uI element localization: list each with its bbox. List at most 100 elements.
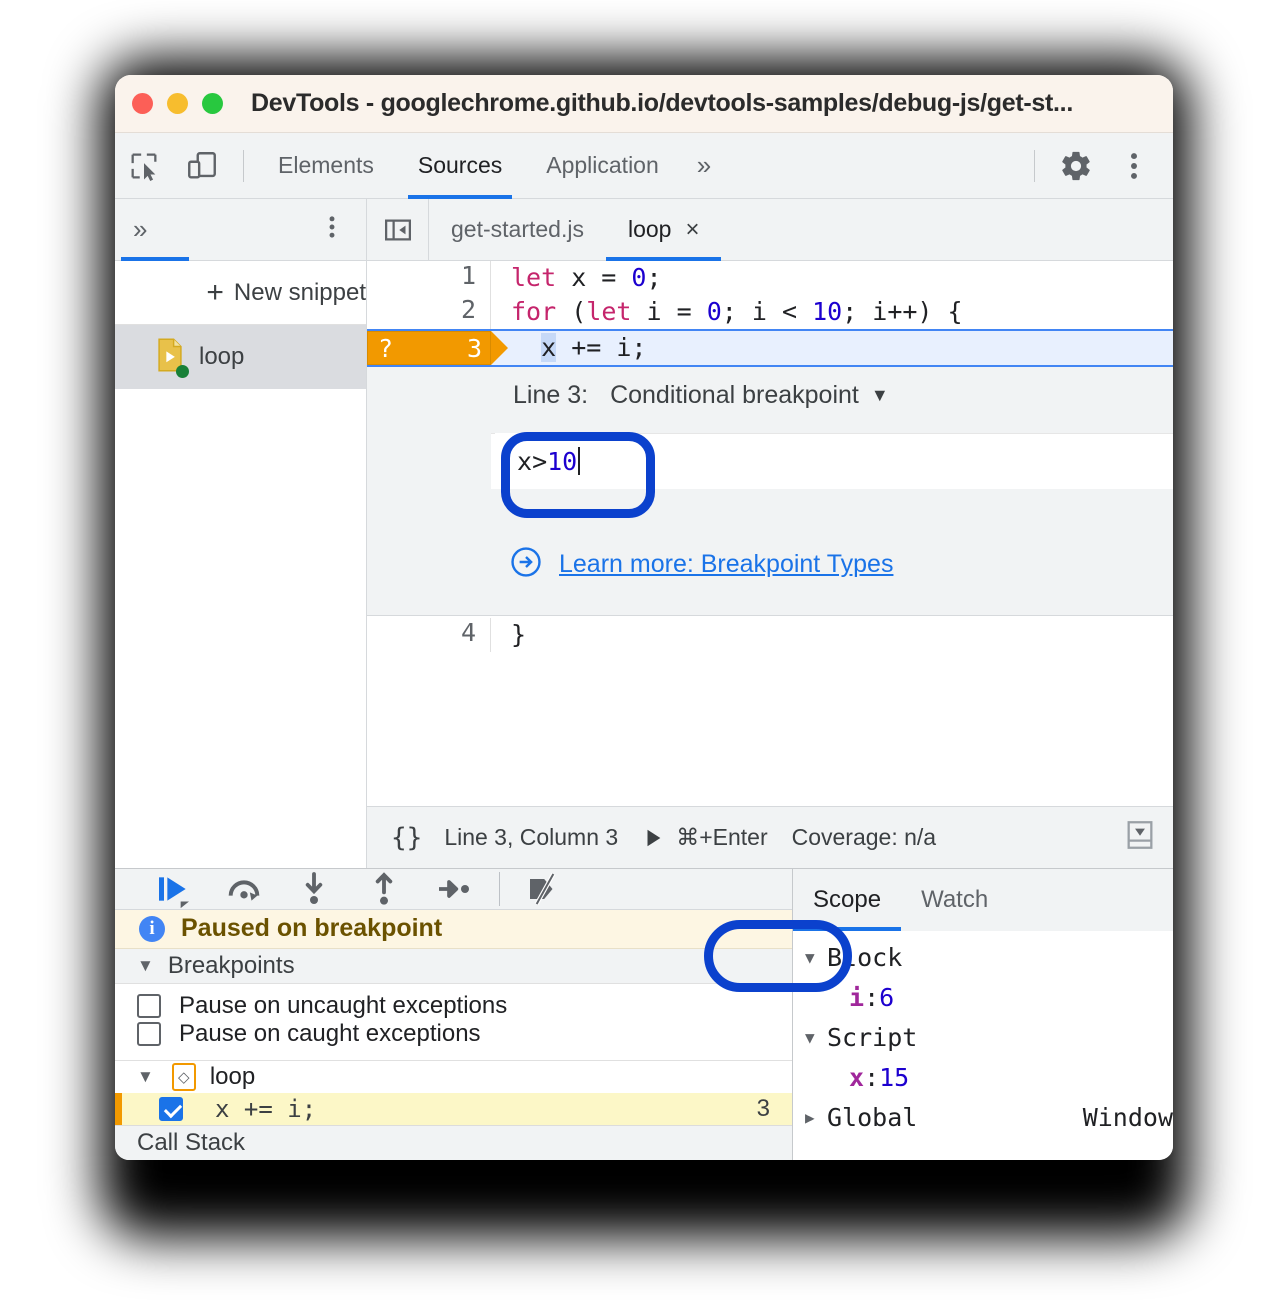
paused-banner-text: Paused on breakpoint bbox=[181, 914, 442, 943]
zoom-window-button[interactable] bbox=[202, 93, 223, 114]
line-number: 3 bbox=[467, 334, 482, 363]
editor-tab-loop[interactable]: loop × bbox=[606, 199, 722, 260]
new-snippet-button[interactable]: + New snippet bbox=[115, 261, 366, 325]
code-line-text: let x = 0; bbox=[491, 261, 1173, 295]
breakpoints-section-header[interactable]: ▼ Breakpoints bbox=[115, 949, 792, 984]
chevron-down-icon: ▼ bbox=[871, 385, 889, 406]
scope-group-value: Window bbox=[1083, 1103, 1173, 1132]
line-number[interactable]: 1 bbox=[367, 261, 491, 295]
step-icon[interactable] bbox=[419, 869, 489, 909]
arrow-circle-right-icon bbox=[509, 545, 543, 584]
token-number: 0 bbox=[631, 263, 646, 292]
navigator-header: » bbox=[115, 199, 366, 261]
close-tab-icon[interactable]: × bbox=[685, 216, 699, 244]
step-into-next-function-call-icon[interactable] bbox=[279, 869, 349, 909]
deactivate-breakpoints-icon[interactable] bbox=[510, 869, 580, 909]
scope-group-global[interactable]: ▶ Global Window bbox=[793, 1097, 1173, 1137]
minimize-window-button[interactable] bbox=[167, 93, 188, 114]
property-value: 15 bbox=[879, 1063, 909, 1092]
breakpoint-group-loop[interactable]: ▼ ◇ loop bbox=[115, 1060, 792, 1092]
property-separator: : bbox=[864, 983, 879, 1012]
toolbar-right-group bbox=[1022, 149, 1173, 183]
code-line-text: for (let i = 0; i < 10; i++) { bbox=[491, 295, 1173, 329]
tab-watch[interactable]: Watch bbox=[901, 869, 1008, 931]
tab-sources[interactable]: Sources bbox=[396, 133, 524, 199]
token-number: 0 bbox=[707, 297, 722, 326]
line-number-breakpoint[interactable]: ? 3 bbox=[367, 331, 491, 365]
condition-input-background bbox=[491, 433, 1173, 489]
code-line: 1 let x = 0; bbox=[367, 261, 1173, 295]
tab-elements[interactable]: Elements bbox=[256, 133, 396, 199]
call-stack-section-header[interactable]: Call Stack bbox=[115, 1125, 792, 1160]
conditional-breakpoint-marker[interactable]: ? 3 bbox=[367, 331, 491, 365]
condition-number: 10 bbox=[547, 447, 577, 476]
editor-status-bar: {} Line 3, Column 3 ⌘+Enter Coverage: n/… bbox=[367, 806, 1173, 868]
token-number: 10 bbox=[812, 297, 842, 326]
property-separator: : bbox=[864, 1063, 879, 1092]
more-tabs-icon[interactable]: » bbox=[681, 150, 727, 181]
sidebar-item-loop[interactable]: loop bbox=[115, 325, 366, 389]
debugger-left-pane: i Paused on breakpoint ▼ Breakpoints Pau… bbox=[115, 869, 793, 1160]
condition-input[interactable]: x > 10 bbox=[495, 433, 580, 489]
call-stack-title: Call Stack bbox=[137, 1129, 245, 1157]
token-text: i = bbox=[631, 297, 706, 326]
checkbox-icon[interactable] bbox=[159, 1097, 183, 1121]
close-window-button[interactable] bbox=[132, 93, 153, 114]
line-number[interactable]: 2 bbox=[367, 295, 491, 329]
learn-more-row: Learn more: Breakpoint Types bbox=[367, 533, 1173, 595]
scope-watch-tab-strip: Scope Watch bbox=[793, 869, 1173, 931]
code-editor[interactable]: 1 let x = 0; 2 for (let i = 0; i < 10; i… bbox=[367, 261, 1173, 806]
navigator-more-options-icon[interactable] bbox=[298, 213, 366, 246]
line-number[interactable]: 4 bbox=[367, 618, 491, 652]
breakpoint-editor-header: Line 3: Conditional breakpoint ▼ bbox=[367, 367, 1173, 423]
checkbox-icon[interactable] bbox=[137, 1022, 161, 1046]
pause-on-uncaught-exceptions-row[interactable]: Pause on uncaught exceptions bbox=[115, 992, 792, 1020]
token-text: ( bbox=[556, 297, 586, 326]
breakpoint-list-item[interactable]: x += i; 3 bbox=[115, 1093, 792, 1125]
code-line-paused: ? 3 x += i; bbox=[367, 329, 1173, 367]
token-indent bbox=[511, 333, 541, 362]
more-options-icon[interactable] bbox=[1105, 149, 1163, 183]
navigator-more-tabs-icon[interactable]: » bbox=[115, 214, 165, 245]
editor-tab-label: get-started.js bbox=[451, 216, 584, 243]
info-icon: i bbox=[139, 916, 165, 942]
pause-on-caught-exceptions-row[interactable]: Pause on caught exceptions bbox=[115, 1020, 792, 1048]
learn-more-breakpoint-types-link[interactable]: Learn more: Breakpoint Types bbox=[559, 550, 893, 579]
property-key: i bbox=[849, 983, 864, 1012]
run-snippet-icon bbox=[642, 827, 664, 849]
screenshot-stage: DevTools - googlechrome.github.io/devtoo… bbox=[0, 0, 1288, 1300]
breakpoint-marker-arrow bbox=[491, 331, 508, 365]
show-drawer-icon[interactable] bbox=[1123, 818, 1173, 858]
token-keyword: for bbox=[511, 297, 556, 326]
property-value: 6 bbox=[879, 983, 894, 1012]
scope-group-block[interactable]: ▼ Block bbox=[793, 937, 1173, 977]
checkbox-icon[interactable] bbox=[137, 994, 161, 1018]
breakpoint-line-label: Line 3: bbox=[513, 381, 588, 410]
tab-scope[interactable]: Scope bbox=[793, 869, 901, 931]
editor-tab-get-started-js[interactable]: get-started.js bbox=[429, 199, 606, 260]
scope-group-script[interactable]: ▼ Script bbox=[793, 1017, 1173, 1057]
breakpoints-section-title: Breakpoints bbox=[168, 952, 295, 980]
run-snippet-button[interactable]: ⌘+Enter bbox=[642, 824, 767, 851]
debugger-toolbar-divider bbox=[499, 872, 500, 906]
token-text: ; i++) { bbox=[842, 297, 962, 326]
step-out-of-current-function-icon[interactable] bbox=[349, 869, 419, 909]
paused-on-breakpoint-banner: i Paused on breakpoint bbox=[115, 910, 792, 949]
code-line-text: x += i; bbox=[491, 331, 1173, 365]
chevron-down-icon: ▼ bbox=[805, 948, 821, 967]
show-navigator-icon[interactable] bbox=[367, 199, 429, 260]
breakpoint-type-dropdown[interactable]: Conditional breakpoint ▼ bbox=[610, 381, 889, 410]
scope-property-i[interactable]: i: 6 bbox=[793, 977, 1173, 1017]
gear-icon[interactable] bbox=[1047, 149, 1105, 183]
resume-script-execution-icon[interactable] bbox=[139, 869, 209, 909]
sidebar-item-label: loop bbox=[199, 343, 244, 371]
device-toolbar-icon[interactable] bbox=[173, 149, 231, 183]
toolbar-divider-right bbox=[1034, 150, 1035, 182]
breakpoint-group-label: loop bbox=[210, 1063, 255, 1091]
token-keyword: let bbox=[586, 297, 631, 326]
inspect-element-icon[interactable] bbox=[115, 149, 173, 183]
tab-application[interactable]: Application bbox=[524, 133, 681, 199]
pretty-print-icon[interactable]: {} bbox=[391, 823, 422, 853]
scope-property-x[interactable]: x: 15 bbox=[793, 1057, 1173, 1097]
step-over-next-function-call-icon[interactable] bbox=[209, 869, 279, 909]
